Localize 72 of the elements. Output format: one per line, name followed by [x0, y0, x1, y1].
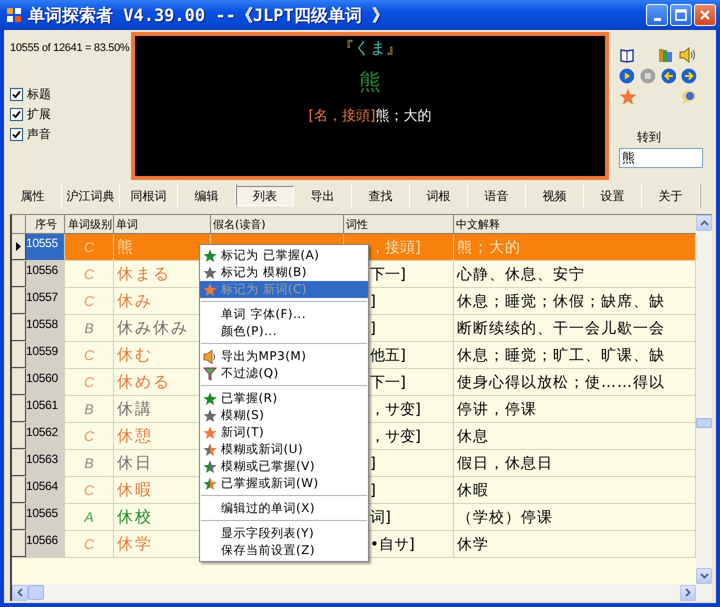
part-of-speech: ，接頭]: [370, 238, 421, 256]
part-of-speech: 词]: [370, 508, 391, 526]
meaning-text: 假日，休息日: [456, 454, 553, 472]
checkbox-label: 声音: [27, 126, 51, 143]
level-text: C: [84, 482, 94, 498]
table-cell: 10562: [26, 423, 65, 449]
level-text: C: [84, 536, 94, 552]
word-text: 休暇: [116, 480, 153, 500]
part-of-speech: ]: [370, 481, 376, 499]
word-text: 休講: [116, 398, 153, 420]
level-text: C: [84, 239, 94, 255]
level-text: B: [84, 320, 94, 336]
level-text: C: [84, 374, 94, 390]
word-meaning: 熊；大的: [375, 107, 432, 125]
word-text: 休憩: [116, 426, 153, 446]
table-cell: 10564: [26, 477, 65, 503]
meaning-text: （学校）停课: [456, 508, 553, 526]
table-cell: 10557: [26, 288, 65, 314]
word-reading: くま: [354, 38, 386, 59]
word-text: 熊: [116, 236, 135, 258]
goto-label: 转到: [637, 129, 662, 146]
meaning-text: 休学: [456, 534, 489, 554]
part-of-speech: [名，接頭]: [308, 107, 376, 125]
checkbox-label: 扩展: [27, 106, 51, 123]
bracket: 『: [338, 38, 354, 59]
meaning-text: 使身心得以放松；使……得以: [456, 372, 665, 392]
meaning-text: 休息；睡觉；休假；缺席、缺: [456, 292, 665, 310]
word-text: 休み: [116, 290, 153, 312]
word-text: 休まる: [116, 264, 171, 284]
part-of-speech: 下一]: [370, 264, 406, 284]
word-heading: 熊: [359, 69, 381, 97]
level-text: C: [84, 266, 94, 282]
part-of-speech: 他五]: [370, 346, 406, 364]
level-text: B: [84, 401, 94, 417]
level-text: C: [84, 347, 94, 363]
table-cell: 10556: [26, 261, 65, 287]
word-text: 休学: [116, 534, 153, 554]
table-cell: 10559: [26, 342, 65, 368]
word-text: 休日: [116, 452, 153, 474]
level-text: C: [84, 428, 94, 444]
part-of-speech: ]: [370, 454, 376, 472]
part-of-speech: ]: [370, 292, 376, 310]
word-text: 休む: [116, 344, 153, 366]
table-cell: 10558: [26, 315, 65, 341]
table-cell: 10555: [26, 234, 65, 260]
word-text: 休める: [116, 372, 171, 392]
window-title: 单词探索者 V4.39.00 --《JLPT四级单词 》: [28, 4, 389, 26]
part-of-speech: •自サ]: [370, 534, 415, 554]
bracket: 』: [386, 38, 402, 59]
part-of-speech: ，サ变]: [370, 426, 421, 446]
part-of-speech: ，サ变]: [370, 400, 421, 418]
level-text: A: [84, 509, 94, 525]
checkbox-label: 标题: [27, 86, 51, 103]
meaning-text: 断断续续的、干一会儿歇一会: [456, 318, 665, 338]
part-of-speech: 下一]: [370, 372, 406, 392]
table-cell: 10561: [26, 396, 65, 422]
progress-text: 10555 of 12641 = 83.50%: [10, 42, 130, 54]
table-cell: 10563: [26, 450, 65, 476]
meaning-text: 熊；大的: [456, 238, 521, 256]
table-cell: 10565: [26, 504, 65, 530]
level-text: B: [84, 455, 94, 471]
meaning-text: 心静、休息、安宁: [456, 264, 585, 284]
word-text: 休校: [116, 506, 153, 528]
part-of-speech: ]: [370, 319, 376, 337]
level-text: C: [84, 293, 94, 309]
meaning-text: 停讲，停课: [456, 400, 537, 418]
table-cell: 10566: [26, 531, 65, 557]
meaning-text: 休息；睡觉；旷工、旷课、缺: [456, 346, 665, 364]
table-cell: 10560: [26, 369, 65, 395]
meaning-text: 休暇: [456, 480, 489, 500]
word-text: 休み休み: [116, 318, 189, 338]
meaning-text: 休息: [456, 426, 489, 446]
